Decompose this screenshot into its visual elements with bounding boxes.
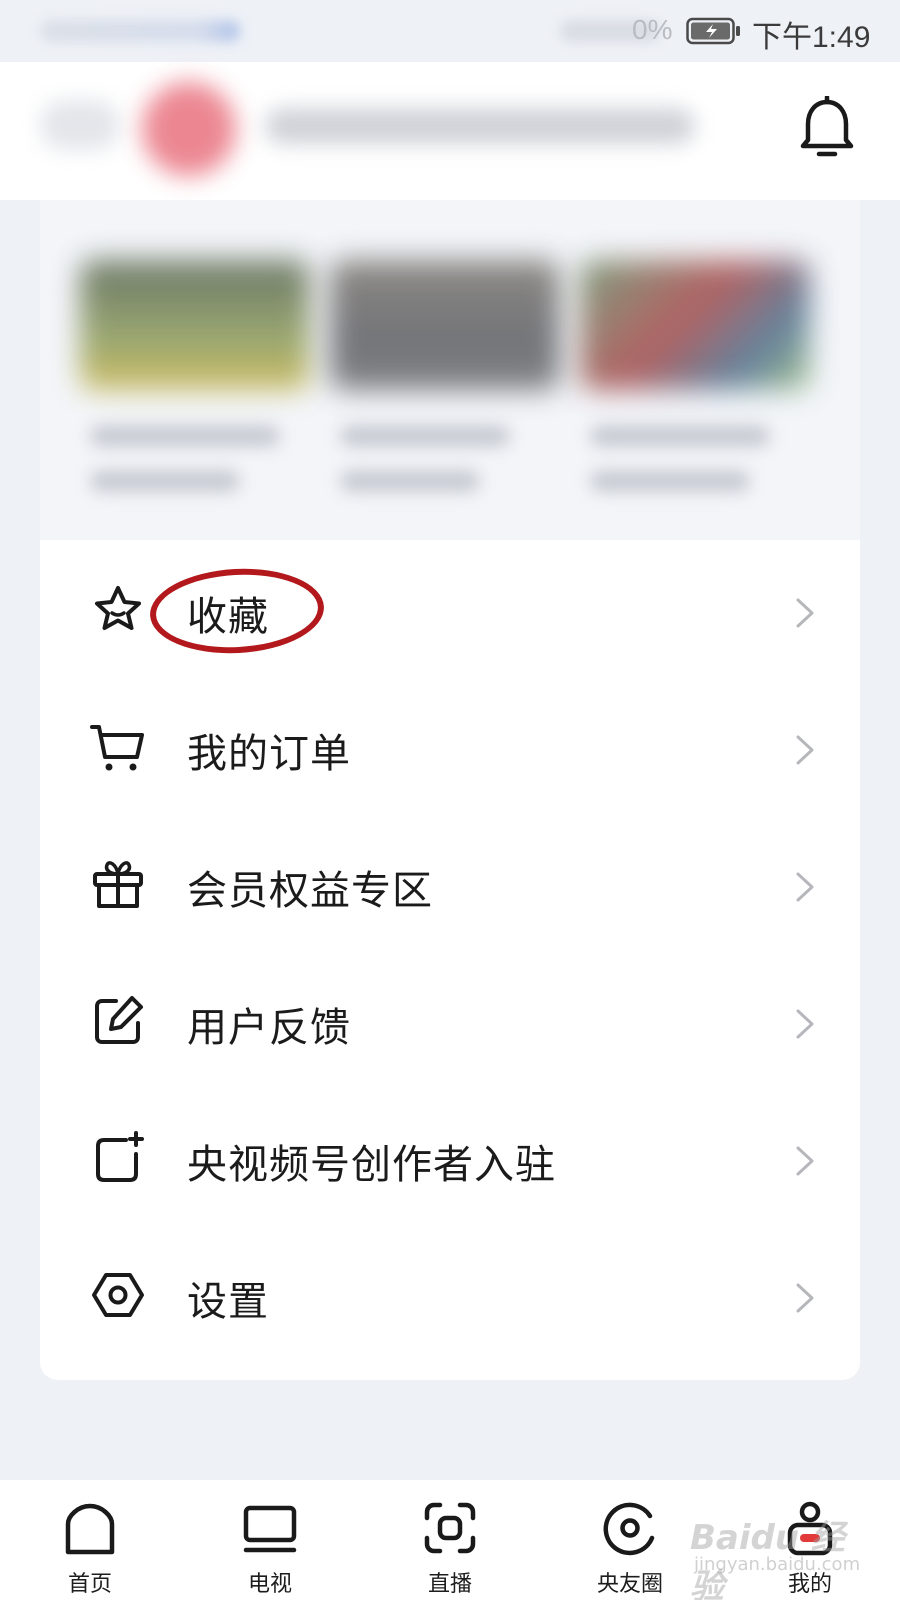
app-screen: 0% 下午1:49 收藏 我的订单 会员权益专区 用户反馈 央视频号创作者入驻 … <box>0 0 900 1600</box>
bell-icon[interactable] <box>796 96 858 162</box>
chevron-right-icon <box>796 1146 814 1176</box>
baidu-jingyan-watermark: Baidu 经验 jingyan.baidu.com <box>690 1510 861 1600</box>
tab-label: 央友圈 <box>596 1572 663 1597</box>
circle-icon <box>603 1502 655 1556</box>
thumbnail-title-blurred <box>90 425 280 447</box>
tab-home[interactable]: 首页 <box>30 1480 150 1600</box>
menu-item-label: 用户反馈 <box>187 1005 351 1051</box>
thumbnail-subtitle-blurred <box>340 470 480 492</box>
gift-icon <box>93 861 143 908</box>
menu-item-label: 会员权益专区 <box>187 868 433 914</box>
home-icon <box>65 1503 115 1555</box>
thumbnail-image <box>580 260 810 390</box>
scan-button-blurred[interactable] <box>40 100 120 150</box>
live-icon <box>424 1502 476 1554</box>
chevron-right-icon <box>796 872 814 902</box>
tab-live[interactable]: 直播 <box>390 1480 510 1600</box>
history-thumbnail[interactable] <box>80 260 310 520</box>
status-time: 下午1:49 <box>752 21 871 54</box>
thumbnail-image <box>330 260 560 390</box>
menu-list: 收藏 我的订单 会员权益专区 用户反馈 央视频号创作者入驻 设置 <box>40 540 860 1380</box>
watermark-url: jingyan.baidu.com <box>694 1554 861 1575</box>
avatar[interactable] <box>142 82 236 176</box>
tab-tv[interactable]: 电视 <box>210 1480 330 1600</box>
battery-percent: 0% <box>632 14 673 45</box>
tab-label: 首页 <box>67 1572 112 1597</box>
status-bar: 0% 下午1:49 <box>0 0 900 62</box>
tv-icon <box>243 1505 297 1553</box>
add-square-icon <box>96 1131 144 1182</box>
thumbnail-title-blurred <box>590 425 770 447</box>
chevron-right-icon <box>796 1283 814 1313</box>
menu-item-orders[interactable]: 我的订单 <box>40 677 860 817</box>
hexagon-settings-icon <box>92 1273 144 1317</box>
thumbnail-subtitle-blurred <box>590 470 750 492</box>
edit-icon <box>95 996 143 1044</box>
cart-icon <box>90 725 144 771</box>
thumbnail-image <box>80 260 310 390</box>
history-thumbnail[interactable] <box>580 260 810 520</box>
menu-item-creator-join[interactable]: 央视频号创作者入驻 <box>40 1088 860 1228</box>
menu-item-member-benefits[interactable]: 会员权益专区 <box>40 814 860 954</box>
user-name-blurred[interactable] <box>265 108 695 144</box>
menu-item-label: 设置 <box>187 1279 269 1325</box>
menu-item-settings[interactable]: 设置 <box>40 1225 860 1365</box>
tab-label: 直播 <box>427 1572 472 1597</box>
tab-circle[interactable]: 央友圈 <box>570 1480 690 1600</box>
menu-item-label: 央视频号创作者入驻 <box>187 1142 556 1188</box>
tab-label: 电视 <box>247 1572 292 1597</box>
thumbnail-subtitle-blurred <box>90 470 240 492</box>
star-icon <box>95 586 141 630</box>
history-thumbnails-blurred <box>40 200 860 550</box>
chevron-right-icon <box>796 1009 814 1039</box>
thumbnail-title-blurred <box>340 425 510 447</box>
chevron-right-icon <box>796 598 814 628</box>
menu-item-feedback[interactable]: 用户反馈 <box>40 951 860 1091</box>
status-indicators-blurred <box>40 20 240 42</box>
history-thumbnail[interactable] <box>330 260 560 520</box>
chevron-right-icon <box>796 735 814 765</box>
battery-charging-icon <box>686 17 740 45</box>
profile-header <box>0 62 900 200</box>
menu-item-label: 我的订单 <box>187 731 351 777</box>
